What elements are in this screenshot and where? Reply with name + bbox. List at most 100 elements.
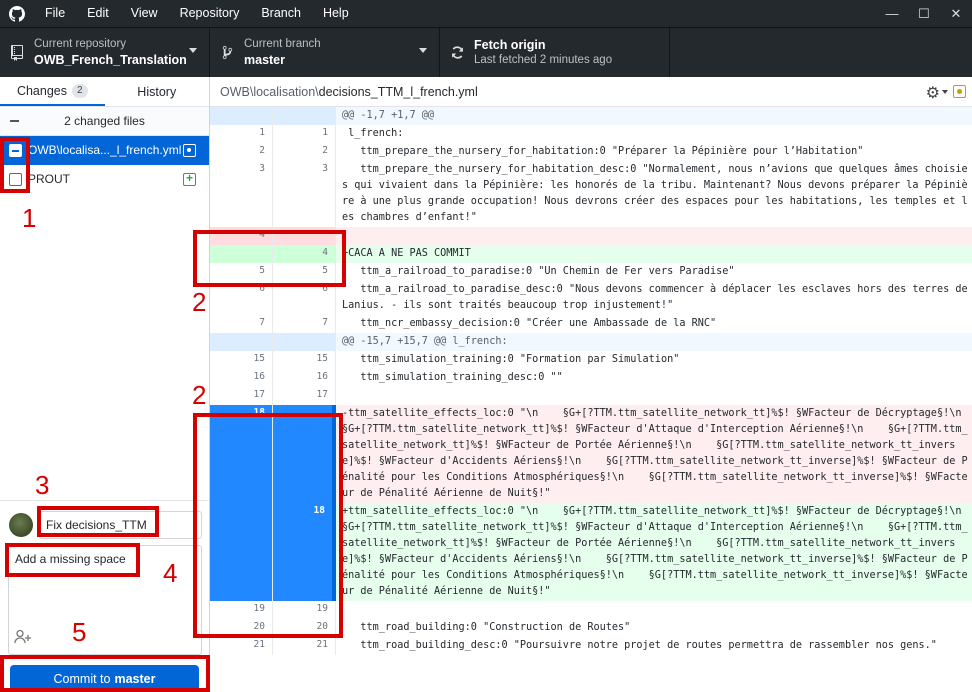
old-line-number[interactable] <box>210 245 273 263</box>
repo-icon <box>0 44 34 61</box>
diff-line[interactable]: 15 15 ttm_simulation_training:0 "Formatio… <box>210 351 972 369</box>
gear-icon[interactable]: ⚙ <box>926 83 940 103</box>
old-line-number[interactable]: 17 <box>210 387 273 405</box>
add-coauthor-icon[interactable] <box>14 629 32 647</box>
old-line-number[interactable]: 4 <box>210 227 273 245</box>
file-row-french-yml[interactable]: OWB\localisa..._l_french.yml <box>0 136 209 165</box>
diff-line[interactable]: 22 ttm_prepare_the_nursery_for_habitatio… <box>210 143 972 161</box>
chevron-down-icon[interactable] <box>942 90 948 94</box>
changes-panel: Changes 2 History 2 changed files OWB\lo… <box>0 77 210 692</box>
diff-line-text: ttm_a_railroad_to_paradise_desc:0 "Nous … <box>342 284 968 311</box>
current-repository-button[interactable]: Current repository OWB_French_Translatio… <box>0 28 210 77</box>
file-name: PROUT <box>28 172 70 186</box>
menu-repository[interactable]: Repository <box>169 0 251 27</box>
avatar <box>9 513 33 537</box>
diff-line-text: ttm_simulation_training:0 "Formation par… <box>342 354 680 365</box>
diff-line[interactable]: 4 +CACA A NE PAS COMMIT <box>210 245 972 263</box>
menu-branch[interactable]: Branch <box>250 0 312 27</box>
diff-view: @@ -1,7 +1,7 @@ 1 1 l_french: 2 2 ttm_prepar… <box>210 107 972 692</box>
minimize-button[interactable]: — <box>876 0 908 27</box>
old-line-number[interactable]: 2 <box>210 143 273 161</box>
old-line-number[interactable]: 20 <box>210 619 273 637</box>
old-line-number[interactable]: 7 <box>210 315 273 333</box>
diff-line[interactable]: 16 16 ttm_simulation_training_desc:0 "" <box>210 369 972 387</box>
old-line-number[interactable]: 5 <box>210 263 273 281</box>
diff-line[interactable]: 55 ttm_a_railroad_to_paradise:0 "Un Chem… <box>210 263 972 281</box>
old-line-number[interactable]: 6 <box>210 281 273 315</box>
diff-line[interactable]: 11 l_french: <box>210 125 972 143</box>
file-include-checkbox[interactable] <box>9 144 22 157</box>
new-line-number[interactable]: 15 <box>273 351 336 369</box>
old-line-number[interactable]: 3 <box>210 161 273 227</box>
new-line-number[interactable]: 7 <box>273 315 336 333</box>
commit-summary-input[interactable]: Fix decisions_TTM <box>39 511 202 539</box>
fetch-origin-button[interactable]: Fetch origin Last fetched 2 minutes ago <box>440 28 670 77</box>
tab-changes[interactable]: Changes 2 <box>0 77 105 106</box>
old-line-number[interactable]: 15 <box>210 351 273 369</box>
new-line-number[interactable]: 2 <box>273 143 336 161</box>
menu-help[interactable]: Help <box>312 0 360 27</box>
new-line-number[interactable]: 20 <box>273 619 336 637</box>
diff-path-bar: OWB\localisation\ decisions_TTM_l_french.… <box>210 77 972 107</box>
old-line-number[interactable]: 16 <box>210 369 273 387</box>
branch-sub-label: Current branch <box>244 38 321 50</box>
diff-line[interactable]: 4 <box>210 227 972 245</box>
diff-hunk-header[interactable]: @@ -15,7 +15,7 @@ l_french: <box>210 333 972 351</box>
new-line-number[interactable]: 17 <box>273 387 336 405</box>
new-line-number[interactable] <box>273 333 336 351</box>
new-line-number[interactable]: 5 <box>273 263 336 281</box>
diff-line-text <box>336 601 972 619</box>
diff-line-text: +CACA A NE PAS COMMIT <box>336 245 972 263</box>
tab-history[interactable]: History <box>105 77 210 106</box>
old-line-number[interactable] <box>210 333 273 351</box>
diff-line-text: ttm_prepare_the_nursery_for_habitation_d… <box>342 164 968 223</box>
diff-line-text: ttm_road_building:0 "Construction de Rou… <box>342 622 631 633</box>
menu-file[interactable]: File <box>34 0 76 27</box>
new-line-number[interactable]: 19 <box>273 601 336 619</box>
new-line-number[interactable] <box>273 227 336 245</box>
branch-name: master <box>244 53 285 67</box>
old-line-number[interactable] <box>210 107 273 125</box>
maximize-button[interactable]: ☐ <box>908 0 940 27</box>
repo-sub-label: Current repository <box>34 38 127 50</box>
diff-line[interactable]: 20 20 ttm_road_building:0 "Construction d… <box>210 619 972 637</box>
file-row-prout[interactable]: PROUT + <box>0 165 209 194</box>
old-line-number[interactable]: 18 <box>210 405 273 503</box>
commit-button[interactable]: Commit to master <box>10 665 199 692</box>
new-line-number[interactable]: 21 <box>273 637 336 655</box>
new-line-number[interactable]: 6 <box>273 281 336 315</box>
new-line-number[interactable]: 16 <box>273 369 336 387</box>
new-line-number[interactable] <box>273 405 336 503</box>
new-line-number[interactable]: 4 <box>273 245 336 263</box>
diff-line[interactable]: 18 -ttm_satellite_effects_loc:0 "\n §G+[?… <box>210 405 972 503</box>
file-include-checkbox[interactable] <box>9 173 22 186</box>
new-line-number[interactable]: 1 <box>273 125 336 143</box>
diff-line-text: @@ -15,7 +15,7 @@ l_french: <box>342 336 508 347</box>
file-path-dir: OWB\localisation\ <box>220 84 319 99</box>
select-all-checkbox[interactable] <box>10 120 19 122</box>
old-line-number[interactable]: 1 <box>210 125 273 143</box>
menu-edit[interactable]: Edit <box>76 0 120 27</box>
current-branch-button[interactable]: Current branch master <box>210 28 440 77</box>
diff-hunk-header[interactable]: @@ -1,7 +1,7 @@ <box>210 107 972 125</box>
new-line-number[interactable]: 3 <box>273 161 336 227</box>
diff-line[interactable]: 17 17 <box>210 387 972 405</box>
diff-line[interactable]: 33 ttm_prepare_the_nursery_for_habitatio… <box>210 161 972 227</box>
diff-line[interactable]: 18 +ttm_satellite_effects_loc:0 "\n §G+[?… <box>210 503 972 601</box>
diff-line-text <box>336 227 972 245</box>
modified-icon <box>183 144 196 157</box>
diff-line[interactable]: 66 ttm_a_railroad_to_paradise_desc:0 "No… <box>210 281 972 315</box>
diff-line[interactable]: 77 ttm_ncr_embassy_decision:0 "Créer une… <box>210 315 972 333</box>
old-line-number[interactable]: 19 <box>210 601 273 619</box>
menu-view[interactable]: View <box>120 0 169 27</box>
diff-line[interactable]: 21 21 ttm_road_building_desc:0 "Poursuivr… <box>210 637 972 655</box>
diff-line-text <box>336 387 972 405</box>
old-line-number[interactable]: 21 <box>210 637 273 655</box>
last-fetched-label: Last fetched 2 minutes ago <box>474 54 613 66</box>
diff-line[interactable]: 19 19 <box>210 601 972 619</box>
new-line-number[interactable] <box>273 107 336 125</box>
old-line-number[interactable] <box>210 503 273 601</box>
commit-panel: Fix decisions_TTM Add a missing space Co… <box>0 500 209 692</box>
new-line-number[interactable]: 18 <box>273 503 336 601</box>
close-button[interactable]: ✕ <box>940 0 972 27</box>
